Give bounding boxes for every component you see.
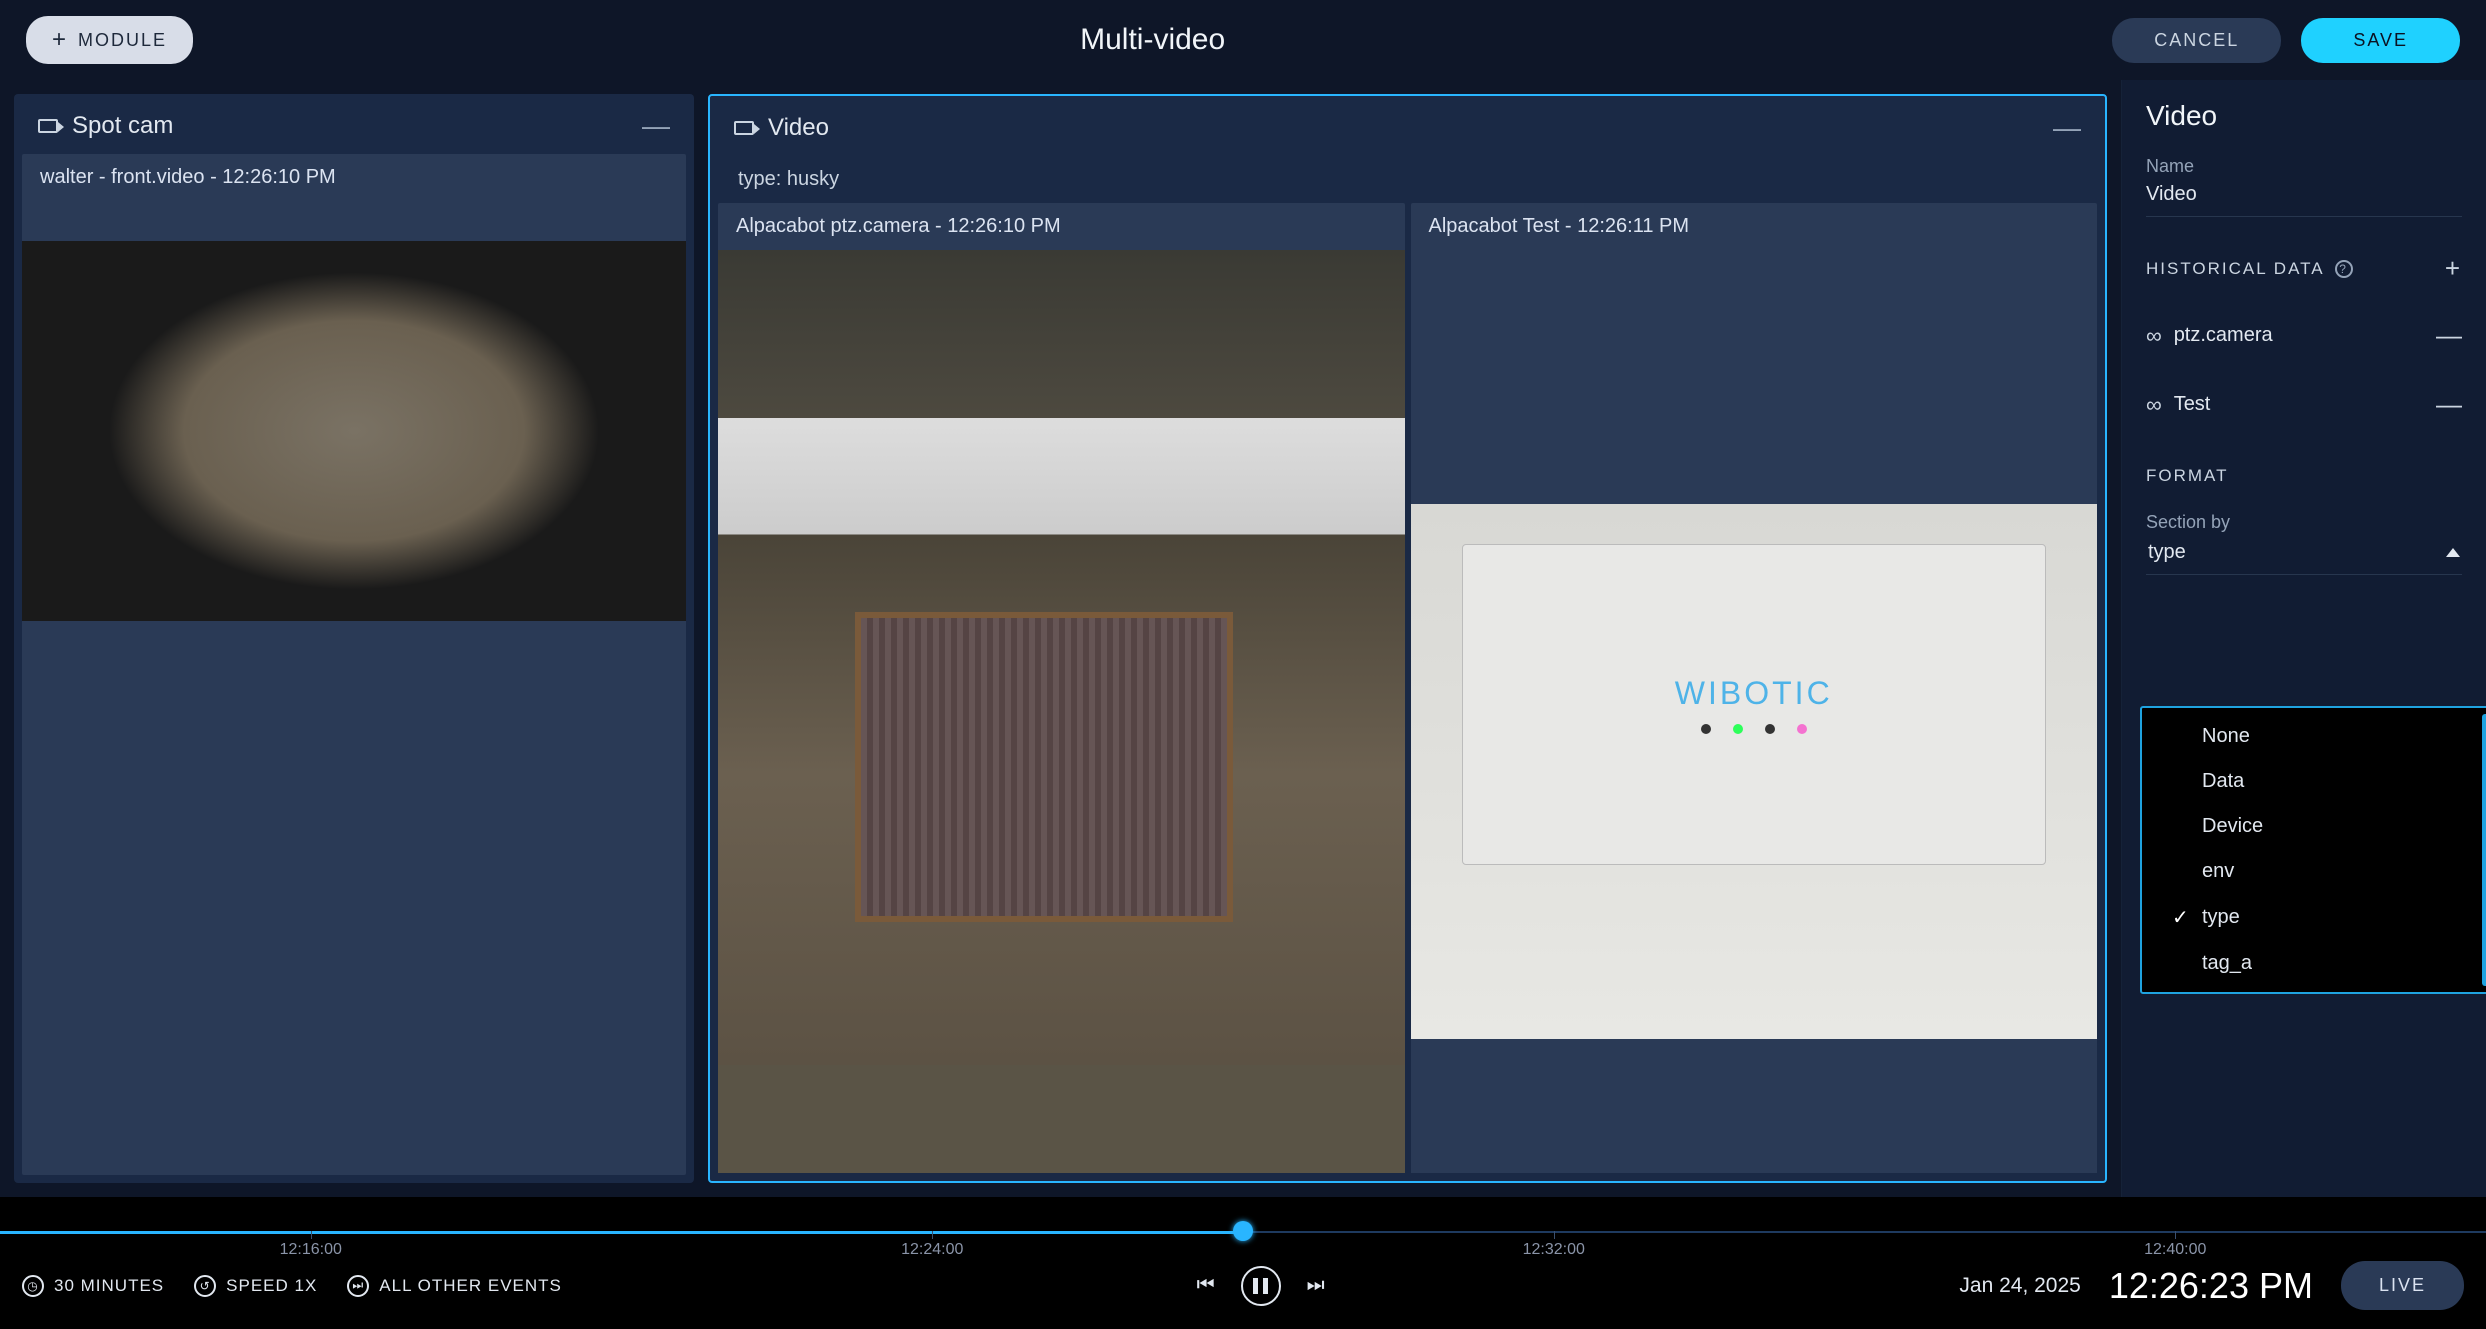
section-by-dropdown: None Data Device env ✓ type tag_a xyxy=(2140,706,2486,994)
dropdown-option-label: None xyxy=(2202,725,2250,748)
camera-icon xyxy=(734,121,754,135)
save-button[interactable]: SAVE xyxy=(2301,18,2460,63)
pause-button[interactable] xyxy=(1241,1266,1281,1306)
module-button-label: MODULE xyxy=(78,30,167,51)
timeline-tick: 12:24:00 xyxy=(622,1241,1244,1259)
hd-item-label: ptz.camera xyxy=(2174,324,2273,347)
info-icon[interactable]: ? xyxy=(2335,260,2353,278)
remove-icon[interactable]: — xyxy=(2436,389,2462,420)
wibotic-device: WIBOTIC xyxy=(1462,544,2046,865)
header-actions: CANCEL SAVE xyxy=(2112,18,2460,63)
format-label: FORMAT xyxy=(2146,466,2229,486)
timeline-date: Jan 24, 2025 xyxy=(1959,1274,2080,1298)
timeline-handle[interactable] xyxy=(1233,1221,1253,1241)
timeline-progress xyxy=(0,1231,1243,1234)
header: + MODULE Multi-video CANCEL SAVE xyxy=(0,0,2486,80)
section-by-select[interactable]: type xyxy=(2146,533,2462,575)
historical-data-label: HISTORICAL DATA xyxy=(2146,259,2325,279)
remove-icon[interactable]: — xyxy=(2436,320,2462,351)
format-header: FORMAT xyxy=(2146,448,2462,494)
timeline-tick: 12:32:00 xyxy=(1243,1241,1865,1259)
dropdown-option-label: Device xyxy=(2202,815,2263,838)
sidebar-title: Video xyxy=(2146,100,2462,132)
historical-data-item[interactable]: ∞ Test — xyxy=(2146,379,2462,430)
dropdown-option-label: type xyxy=(2202,906,2240,929)
hd-item-label: Test xyxy=(2174,393,2211,416)
skip-forward-icon: ⏭ xyxy=(347,1275,369,1297)
page-title: Multi-video xyxy=(1080,23,1225,57)
panel-title: Spot cam xyxy=(72,112,173,140)
timeline-ticks: 12:16:00 12:24:00 12:32:00 12:40:00 xyxy=(0,1241,2486,1259)
skip-forward-button[interactable]: ⏭ xyxy=(1307,1274,1325,1297)
minimize-icon[interactable]: — xyxy=(642,110,670,142)
speed-label: SPEED 1X xyxy=(226,1276,317,1296)
dropdown-option-label: tag_a xyxy=(2202,952,2252,975)
name-label: Name xyxy=(2146,156,2462,177)
events-button[interactable]: ⏭ ALL OTHER EVENTS xyxy=(347,1275,562,1297)
dropdown-option-device[interactable]: Device xyxy=(2142,804,2486,849)
camera-icon xyxy=(38,119,58,133)
clock-icon: ◷ xyxy=(22,1275,44,1297)
feed-spot: walter - front.video - 12:26:10 PM xyxy=(22,154,686,1175)
plus-icon: + xyxy=(52,26,68,54)
name-input[interactable]: Video xyxy=(2146,177,2462,217)
section-by-value: type xyxy=(2148,541,2186,564)
events-label: ALL OTHER EVENTS xyxy=(379,1276,562,1296)
historical-data-item[interactable]: ∞ ptz.camera — xyxy=(2146,310,2462,361)
dropdown-option-label: Data xyxy=(2202,770,2244,793)
wibotic-logo: WIBOTIC xyxy=(1675,675,1833,712)
timeline-time: 12:26:23 PM xyxy=(2109,1265,2313,1307)
cancel-button[interactable]: CANCEL xyxy=(2112,18,2281,63)
dropdown-option-env[interactable]: env xyxy=(2142,849,2486,894)
module-button[interactable]: + MODULE xyxy=(26,16,193,64)
pause-icon xyxy=(1253,1278,1268,1294)
feed-label: Alpacabot Test - 12:26:11 PM xyxy=(1411,203,2098,250)
timeline-tick: 12:40:00 xyxy=(1865,1241,2486,1259)
range-button[interactable]: ◷ 30 MINUTES xyxy=(22,1275,164,1297)
playback-controls: ⏮ ⏭ xyxy=(1197,1266,1325,1306)
timeline-left-controls: ◷ 30 MINUTES ↺ SPEED 1X ⏭ ALL OTHER EVEN… xyxy=(22,1275,562,1297)
caret-up-icon xyxy=(2446,548,2460,557)
minimize-icon[interactable]: — xyxy=(2053,112,2081,144)
skip-back-button[interactable]: ⏮ xyxy=(1197,1274,1215,1297)
feed-ptz-camera: Alpacabot ptz.camera - 12:26:10 PM xyxy=(718,203,1405,1173)
panel-video[interactable]: Video — type: husky Alpacabot ptz.camera… xyxy=(708,94,2107,1183)
canvas-area: Spot cam — walter - front.video - 12:26:… xyxy=(0,80,2121,1197)
section-by-label: Section by xyxy=(2146,512,2462,533)
sidebar: Video Name Video HISTORICAL DATA ? + ∞ pt… xyxy=(2121,80,2486,1197)
type-section-label: type: husky xyxy=(718,156,2097,203)
dropdown-option-type[interactable]: ✓ type xyxy=(2142,894,2486,941)
feed-label: walter - front.video - 12:26:10 PM xyxy=(22,154,686,201)
dropdown-option-none[interactable]: None xyxy=(2142,714,2486,759)
dropdown-option-label: env xyxy=(2202,860,2234,883)
feed-image: WIBOTIC xyxy=(1411,250,2098,1173)
timeline-tick: 12:16:00 xyxy=(0,1241,622,1259)
check-icon: ✓ xyxy=(2172,905,2190,930)
speed-button[interactable]: ↺ SPEED 1X xyxy=(194,1275,317,1297)
panel-spot-cam[interactable]: Spot cam — walter - front.video - 12:26:… xyxy=(14,94,694,1183)
timeline-right-controls: Jan 24, 2025 12:26:23 PM LIVE xyxy=(1959,1261,2464,1310)
infinity-icon: ∞ xyxy=(2146,392,2162,418)
feed-image xyxy=(718,250,1405,1173)
live-button[interactable]: LIVE xyxy=(2341,1261,2464,1310)
feed-label: Alpacabot ptz.camera - 12:26:10 PM xyxy=(718,203,1405,250)
add-historical-data-icon[interactable]: + xyxy=(2445,253,2462,284)
wibotic-leds xyxy=(1701,724,1807,734)
timeline: 12:16:00 12:24:00 12:32:00 12:40:00 ◷ 30… xyxy=(0,1197,2486,1329)
infinity-icon: ∞ xyxy=(2146,323,2162,349)
dropdown-option-tag-a[interactable]: tag_a xyxy=(2142,941,2486,986)
feed-test: Alpacabot Test - 12:26:11 PM WIBOTIC xyxy=(1411,203,2098,1173)
range-label: 30 MINUTES xyxy=(54,1276,164,1296)
dropdown-option-data[interactable]: Data xyxy=(2142,759,2486,804)
panel-title: Video xyxy=(768,114,829,142)
feed-image-fisheye xyxy=(22,241,686,621)
timeline-track[interactable]: 12:16:00 12:24:00 12:32:00 12:40:00 xyxy=(0,1211,2486,1255)
replay-icon: ↺ xyxy=(194,1275,216,1297)
panel-header: Spot cam — xyxy=(14,94,694,154)
dropdown-scrollbar[interactable] xyxy=(2482,714,2486,986)
historical-data-header: HISTORICAL DATA ? + xyxy=(2146,235,2462,292)
panel-header: Video — xyxy=(710,96,2105,156)
